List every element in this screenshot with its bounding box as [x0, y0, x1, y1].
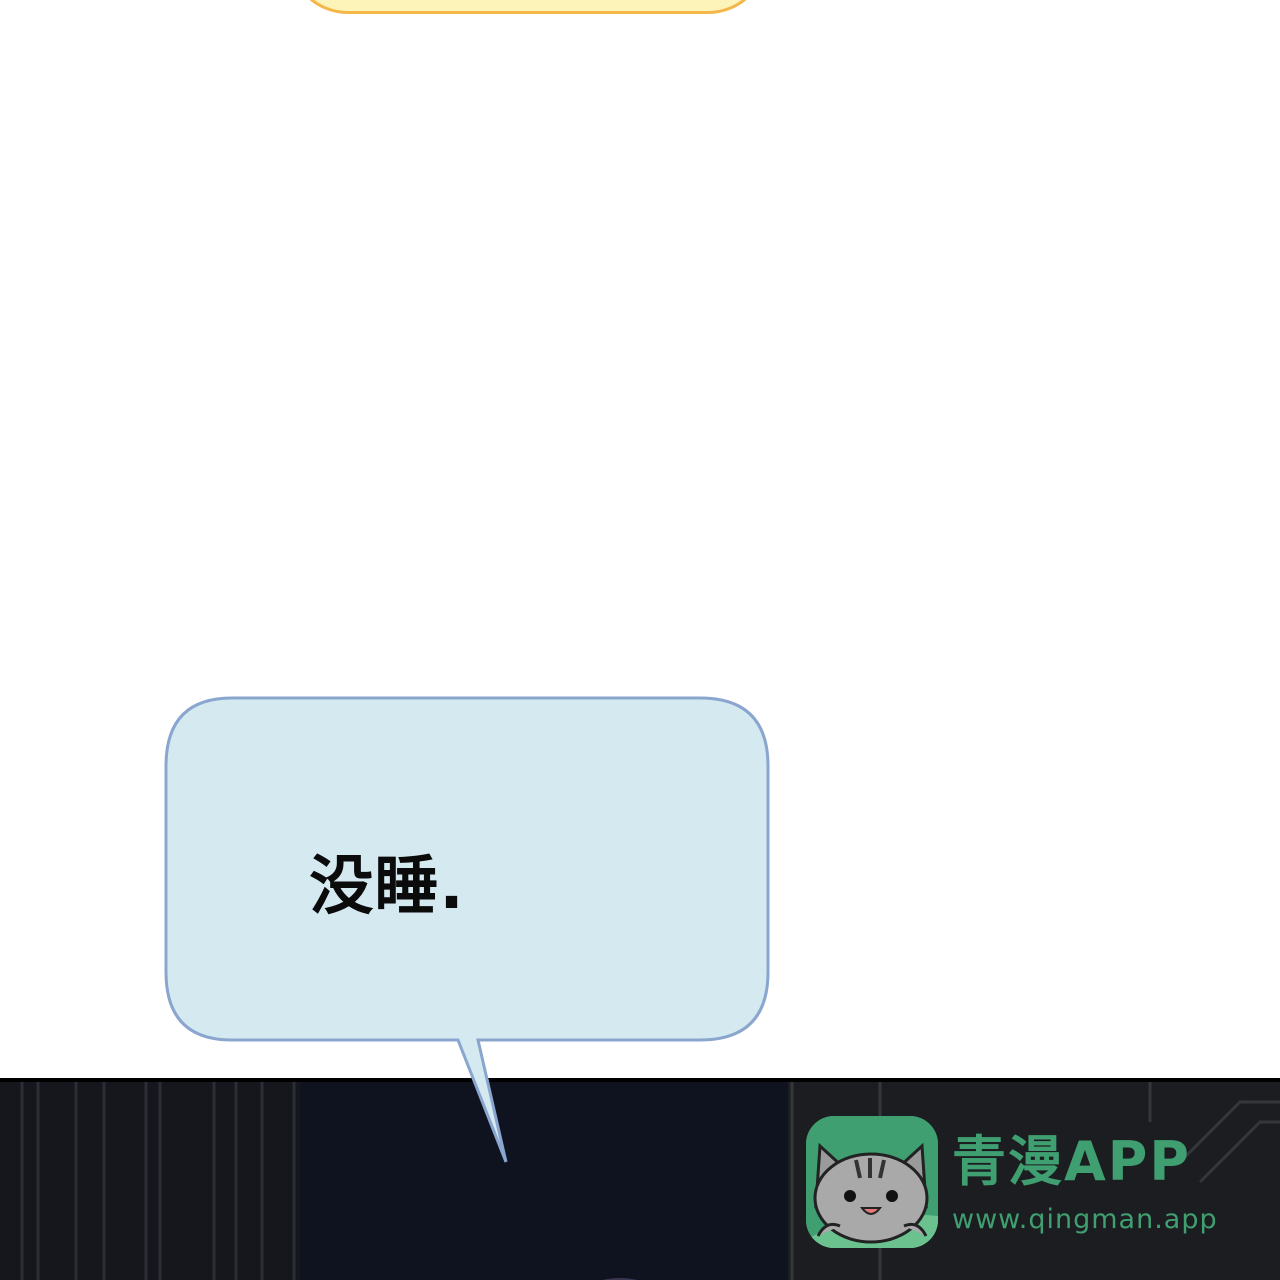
watermark-url[interactable]: www.qingman.app — [952, 1204, 1218, 1236]
speech-bubble-text: 没睡. — [309, 850, 465, 924]
cat-mascot-icon — [806, 1116, 938, 1248]
qingman-watermark[interactable]: 青漫APP www.qingman.app — [806, 1116, 1246, 1250]
top-speech-bubble-edge — [288, 0, 768, 14]
watermark-title: 青漫APP — [952, 1130, 1191, 1193]
comic-page: 没睡. 青漫APP www.qingman.app — [0, 0, 1280, 1280]
